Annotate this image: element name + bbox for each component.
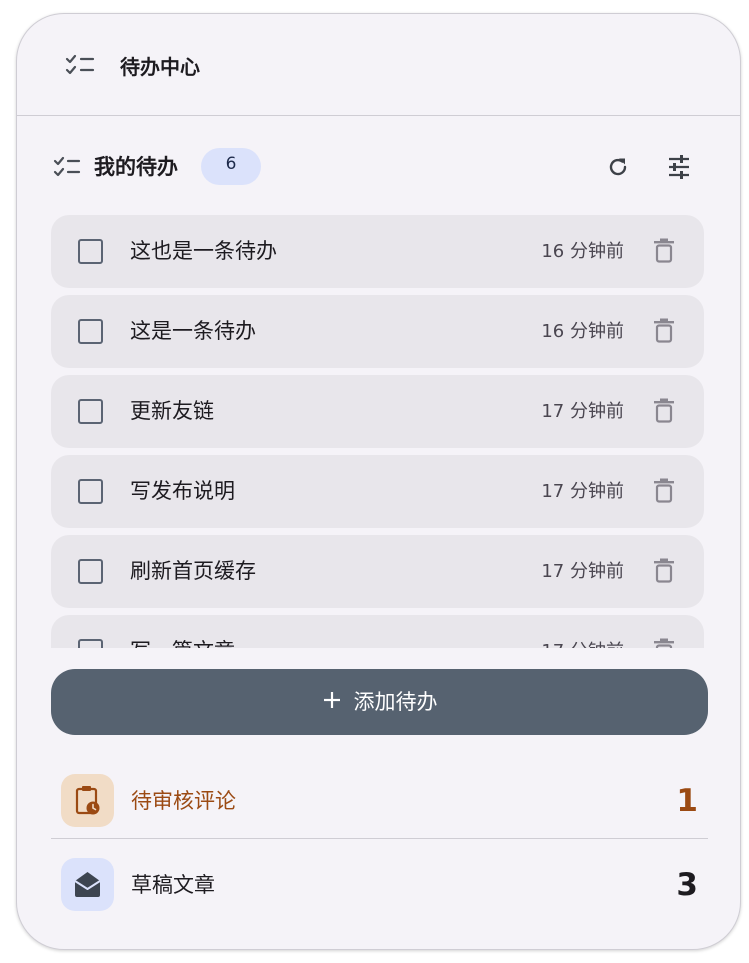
todo-checkbox[interactable] (78, 319, 103, 344)
open-mail-icon (61, 858, 114, 911)
todo-checkbox[interactable] (78, 479, 103, 504)
checklist-icon (53, 156, 81, 178)
delete-icon[interactable] (651, 237, 677, 265)
draft-articles-count: 3 (676, 867, 698, 903)
delete-icon[interactable] (651, 477, 677, 505)
todo-text: 刷新首页缓存 (130, 559, 256, 583)
todo-time: 17 分钟前 (541, 401, 624, 422)
todo-time: 17 分钟前 (541, 481, 624, 502)
draft-articles-row[interactable]: 草稿文章 3 (51, 850, 708, 920)
my-todos-header: 我的待办 6 (17, 147, 740, 187)
todo-checkbox[interactable] (78, 399, 103, 424)
todo-item[interactable]: 刷新首页缓存 17 分钟前 (51, 535, 704, 608)
divider (51, 838, 708, 839)
todo-item[interactable]: 写一篇文章 17 分钟前 (51, 615, 704, 648)
todo-checkbox[interactable] (78, 559, 103, 584)
todo-time: 16 分钟前 (541, 321, 624, 342)
card-header: 待办中心 (17, 14, 740, 116)
draft-articles-label: 草稿文章 (131, 873, 215, 897)
add-todo-label: 添加待办 (353, 690, 438, 714)
todo-text: 写发布说明 (130, 479, 235, 503)
tune-icon (669, 155, 689, 179)
pending-comments-label: 待审核评论 (131, 789, 236, 813)
todo-time: 17 分钟前 (541, 639, 624, 648)
todo-item[interactable]: 写发布说明 17 分钟前 (51, 455, 704, 528)
delete-icon[interactable] (651, 557, 677, 585)
delete-icon[interactable] (651, 317, 677, 345)
todo-list[interactable]: 这也是一条待办 16 分钟前 这是一条待办 16 分钟前 更新友链 17 分钟前… (51, 215, 704, 648)
todo-item[interactable]: 这是一条待办 16 分钟前 (51, 295, 704, 368)
checklist-icon (65, 54, 95, 76)
todo-checkbox[interactable] (78, 239, 103, 264)
section-title: 我的待办 (94, 155, 178, 179)
todo-text: 这是一条待办 (130, 319, 256, 343)
todo-text: 更新友链 (130, 399, 214, 423)
todo-time: 17 分钟前 (541, 561, 624, 582)
todo-center-card: 待办中心 我的待办 6 这也是一条待办 16 分钟前 这是一条待办 16 分钟前… (16, 13, 741, 950)
refresh-icon (609, 158, 627, 176)
refresh-button[interactable] (598, 147, 638, 187)
delete-icon[interactable] (651, 637, 677, 648)
card-title: 待办中心 (120, 55, 200, 79)
todo-item[interactable]: 这也是一条待办 16 分钟前 (51, 215, 704, 288)
todo-item[interactable]: 更新友链 17 分钟前 (51, 375, 704, 448)
todo-checkbox[interactable] (78, 639, 103, 648)
delete-icon[interactable] (651, 397, 677, 425)
pending-comments-count: 1 (676, 783, 698, 819)
pending-comments-row[interactable]: 待审核评论 1 (51, 766, 708, 836)
clipboard-clock-icon (61, 774, 114, 827)
todo-time: 16 分钟前 (541, 241, 624, 262)
plus-icon (322, 690, 342, 714)
add-todo-button[interactable]: 添加待办 (51, 669, 708, 735)
todo-text: 这也是一条待办 (130, 239, 277, 263)
filter-settings-button[interactable] (659, 147, 699, 187)
todo-count-badge: 6 (201, 148, 261, 185)
todo-text: 写一篇文章 (130, 636, 235, 648)
